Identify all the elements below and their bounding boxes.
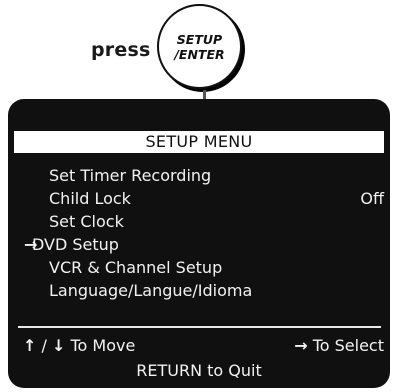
tv-screen: SETUP MENU Set Timer Recording Child Loc… — [8, 99, 390, 388]
select-hint: → To Select — [294, 334, 384, 358]
menu-item-label: Set Timer Recording — [49, 166, 212, 185]
menu-item-set-timer-recording[interactable]: Set Timer Recording — [8, 164, 390, 187]
child-lock-value: Off — [360, 189, 384, 208]
right-arrow-icon: → — [294, 336, 308, 355]
menu-item-set-clock[interactable]: Set Clock — [8, 210, 390, 233]
menu-list: Set Timer Recording Child Lock Off Set C… — [8, 164, 390, 302]
setup-button-label: SETUP — [176, 31, 223, 47]
select-hint-text: To Select — [307, 336, 384, 355]
return-to-quit-hint: RETURN to Quit — [136, 361, 262, 380]
up-arrow-icon: ↑ — [23, 336, 37, 355]
move-hint: ↑ / ↓ To Move — [23, 334, 135, 358]
menu-title: SETUP MENU — [14, 131, 384, 153]
move-hint-text: To Move — [65, 336, 136, 355]
menu-item-label: Set Clock — [49, 212, 124, 231]
menu-item-label: Child Lock — [49, 189, 131, 208]
setup-enter-button[interactable]: SETUP /ENTER — [157, 4, 242, 89]
slash-separator: / — [36, 336, 52, 355]
menu-item-label: Language/Langue/Idioma — [49, 281, 253, 300]
footer-divider — [18, 326, 381, 328]
down-arrow-icon: ↓ — [51, 336, 66, 355]
menu-item-vcr-channel-setup[interactable]: VCR & Channel Setup — [8, 256, 390, 279]
enter-button-label: /ENTER — [174, 46, 225, 62]
setup-menu-illustration: press SETUP /ENTER SETUP MENU Set Timer … — [0, 0, 397, 392]
menu-item-label: DVD Setup — [32, 235, 119, 254]
menu-item-label: VCR & Channel Setup — [49, 258, 223, 277]
menu-item-child-lock[interactable]: Child Lock Off — [8, 187, 390, 210]
menu-item-language[interactable]: Language/Langue/Idioma — [8, 279, 390, 302]
menu-item-dvd-setup[interactable]: → DVD Setup — [8, 233, 390, 256]
right-arrow-icon: → — [24, 235, 38, 254]
press-label: press — [91, 39, 151, 61]
navigation-hints: ↑ / ↓ To Move → To Select — [8, 334, 390, 358]
